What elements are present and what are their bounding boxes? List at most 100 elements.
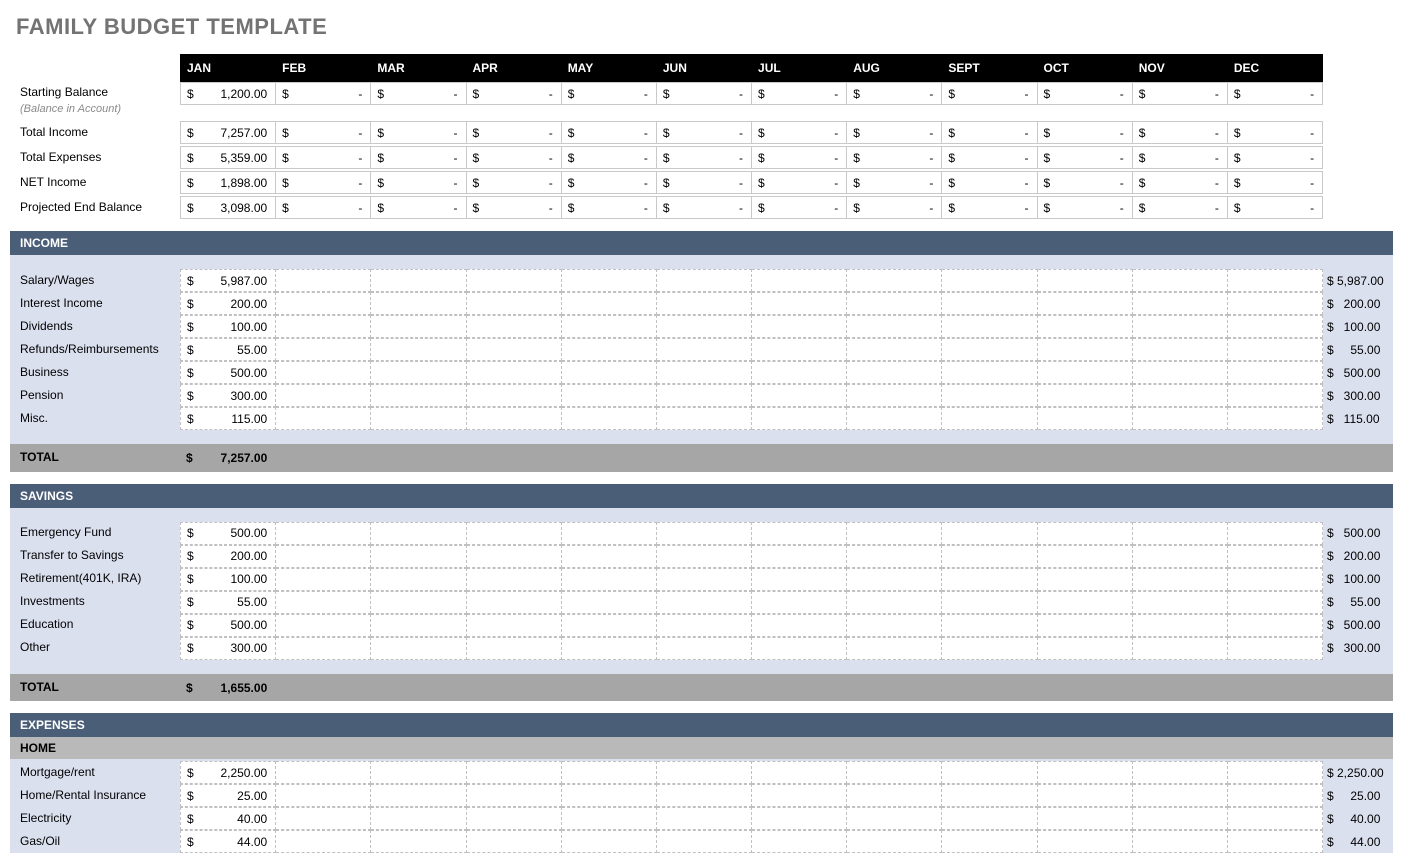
summary-total_expenses-jan[interactable]: $5,359.00 [180,146,276,169]
income-5-nov[interactable] [1133,384,1228,407]
income-2-may[interactable] [562,315,657,338]
income-6-jul[interactable] [752,407,847,430]
summary-starting_balance-nov[interactable]: $- [1133,82,1228,105]
income-5-aug[interactable] [847,384,942,407]
expenses-home-3-nov[interactable] [1133,830,1228,853]
summary-projected_end-jan[interactable]: $3,098.00 [180,196,276,219]
expenses-home-2-mar[interactable] [371,807,466,830]
savings-0-jul[interactable] [752,522,847,545]
expenses-home-3-apr[interactable] [467,830,562,853]
income-2-aug[interactable] [847,315,942,338]
income-3-sept[interactable] [942,338,1037,361]
summary-total_income-mar[interactable]: $- [371,121,466,144]
savings-0-aug[interactable] [847,522,942,545]
summary-total_income-jun[interactable]: $- [657,121,752,144]
income-4-jul[interactable] [752,361,847,384]
summary-net_income-jun[interactable]: $- [657,171,752,194]
summary-total_expenses-nov[interactable]: $- [1133,146,1228,169]
expenses-home-3-aug[interactable] [847,830,942,853]
income-5-oct[interactable] [1038,384,1133,407]
income-3-jan[interactable]: $55.00 [180,338,276,361]
savings-2-sept[interactable] [942,568,1037,591]
income-1-nov[interactable] [1133,292,1228,315]
expenses-home-0-apr[interactable] [467,761,562,784]
summary-net_income-jan[interactable]: $1,898.00 [180,171,276,194]
expenses-home-2-jul[interactable] [752,807,847,830]
savings-3-nov[interactable] [1133,591,1228,614]
savings-5-nov[interactable] [1133,637,1228,660]
income-0-jun[interactable] [657,269,752,292]
savings-5-mar[interactable] [371,637,466,660]
expenses-home-0-jan[interactable]: $2,250.00 [180,761,276,784]
expenses-home-3-dec[interactable] [1228,830,1323,853]
income-1-oct[interactable] [1038,292,1133,315]
income-5-apr[interactable] [467,384,562,407]
income-4-apr[interactable] [467,361,562,384]
income-1-apr[interactable] [467,292,562,315]
income-4-sept[interactable] [942,361,1037,384]
summary-total_income-sept[interactable]: $- [942,121,1037,144]
summary-net_income-dec[interactable]: $- [1228,171,1323,194]
savings-2-oct[interactable] [1038,568,1133,591]
income-0-dec[interactable] [1228,269,1323,292]
summary-total_expenses-sept[interactable]: $- [942,146,1037,169]
expenses-home-1-aug[interactable] [847,784,942,807]
expenses-home-1-mar[interactable] [371,784,466,807]
summary-total_expenses-feb[interactable]: $- [276,146,371,169]
savings-2-dec[interactable] [1228,568,1323,591]
expenses-home-2-jan[interactable]: $40.00 [180,807,276,830]
expenses-home-3-mar[interactable] [371,830,466,853]
income-0-nov[interactable] [1133,269,1228,292]
summary-total_income-feb[interactable]: $- [276,121,371,144]
income-4-oct[interactable] [1038,361,1133,384]
income-6-oct[interactable] [1038,407,1133,430]
savings-3-sept[interactable] [942,591,1037,614]
income-5-mar[interactable] [371,384,466,407]
income-3-dec[interactable] [1228,338,1323,361]
savings-5-jun[interactable] [657,637,752,660]
savings-4-mar[interactable] [371,614,466,637]
summary-starting_balance-may[interactable]: $- [562,82,657,105]
summary-net_income-apr[interactable]: $- [467,171,562,194]
summary-total_expenses-mar[interactable]: $- [371,146,466,169]
income-3-feb[interactable] [276,338,371,361]
savings-4-apr[interactable] [467,614,562,637]
expenses-home-1-oct[interactable] [1038,784,1133,807]
income-4-mar[interactable] [371,361,466,384]
expenses-home-0-jul[interactable] [752,761,847,784]
income-1-mar[interactable] [371,292,466,315]
expenses-home-0-oct[interactable] [1038,761,1133,784]
income-5-jul[interactable] [752,384,847,407]
income-1-jul[interactable] [752,292,847,315]
income-6-dec[interactable] [1228,407,1323,430]
savings-1-oct[interactable] [1038,545,1133,568]
income-3-may[interactable] [562,338,657,361]
income-2-mar[interactable] [371,315,466,338]
income-2-nov[interactable] [1133,315,1228,338]
expenses-home-3-jul[interactable] [752,830,847,853]
savings-5-apr[interactable] [467,637,562,660]
summary-total_income-dec[interactable]: $- [1228,121,1323,144]
expenses-home-2-sept[interactable] [942,807,1037,830]
expenses-home-0-aug[interactable] [847,761,942,784]
summary-total_income-jan[interactable]: $7,257.00 [180,121,276,144]
income-2-jun[interactable] [657,315,752,338]
income-2-dec[interactable] [1228,315,1323,338]
expenses-home-1-jul[interactable] [752,784,847,807]
income-1-jun[interactable] [657,292,752,315]
income-1-aug[interactable] [847,292,942,315]
expenses-home-1-jan[interactable]: $25.00 [180,784,276,807]
income-2-apr[interactable] [467,315,562,338]
expenses-home-1-apr[interactable] [467,784,562,807]
expenses-home-3-jun[interactable] [657,830,752,853]
income-4-nov[interactable] [1133,361,1228,384]
income-5-may[interactable] [562,384,657,407]
income-0-jul[interactable] [752,269,847,292]
summary-net_income-nov[interactable]: $- [1133,171,1228,194]
summary-starting_balance-jun[interactable]: $- [657,82,752,105]
savings-4-dec[interactable] [1228,614,1323,637]
savings-4-jul[interactable] [752,614,847,637]
savings-3-may[interactable] [562,591,657,614]
savings-3-jul[interactable] [752,591,847,614]
savings-5-sept[interactable] [942,637,1037,660]
